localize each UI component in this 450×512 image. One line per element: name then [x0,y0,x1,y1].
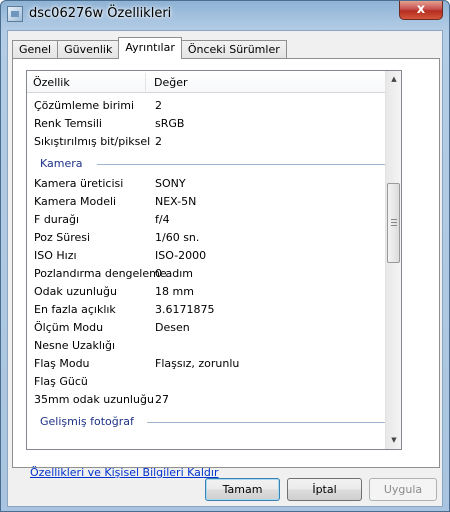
property-name: Poz Süresi [34,231,91,244]
property-row[interactable]: Odak uzunluğu 18 mm [27,283,387,301]
list-header: Özellik Değer [27,71,387,93]
column-header-value[interactable]: Değer [154,76,188,89]
group-header-camera: Kamera [27,151,387,175]
properties-window: dsc06276w Özellikleri x Genel Güvenlik A… [0,0,450,512]
grip-line [391,219,397,220]
group-divider [97,164,385,165]
property-name: Sıkıştırılmış bit/piksel [34,135,151,148]
property-name: Flaş Gücü [34,375,88,388]
ok-button[interactable]: Tamam [205,478,280,501]
property-name: F durağı [34,213,80,226]
property-name: Odak uzunluğu [34,285,117,298]
dialog-body: Genel Güvenlik Ayrıntılar Önceki Sürümle… [7,30,443,507]
title-bar[interactable]: dsc06276w Özellikleri x [1,1,449,29]
scroll-down-arrow-icon[interactable]: ▼ [386,432,401,449]
property-name: En fazla açıklık [34,303,116,316]
property-value[interactable]: 1/60 sn. [155,231,199,244]
property-value[interactable]: 27 [155,393,169,406]
property-value[interactable]: Flaşsız, zorunlu [155,357,239,370]
property-value[interactable]: 3.6171875 [155,303,215,316]
property-value[interactable]: sRGB [155,117,184,130]
property-name: Kamera üreticisi [34,177,124,190]
property-value[interactable]: SONY [155,177,186,190]
property-row[interactable]: Flaş Modu Flaşsız, zorunlu [27,355,387,373]
grip-line [391,222,397,223]
list-rows: Çözümleme birimi 2 Renk Temsili sRGB Sıkıştı… [27,97,387,433]
tab-strip: Genel Güvenlik Ayrıntılar Önceki Sürümle… [12,37,287,59]
tab-security[interactable]: Güvenlik [57,40,120,59]
tab-previous-versions[interactable]: Önceki Sürümler [180,40,287,59]
property-row[interactable]: Çözümleme birimi 2 [27,97,387,115]
cancel-button[interactable]: İptal [287,478,362,501]
property-row[interactable]: Renk Temsili sRGB [27,115,387,133]
property-value[interactable]: 0 adım [155,267,193,280]
group-header-advanced-photo: Gelişmiş fotoğraf [27,409,387,433]
property-value[interactable]: 2 [155,135,162,148]
property-name: Çözümleme birimi [34,99,135,112]
grip-line [391,225,397,226]
remove-properties-link[interactable]: Özellikleri ve Kişisel Bilgileri Kaldır [30,466,219,479]
details-list[interactable]: Özellik Değer Çözümleme birimi 2 Renk Tems… [26,70,402,450]
property-value[interactable]: Desen [155,321,190,334]
close-button[interactable]: x [399,1,443,20]
property-name: Flaş Modu [34,357,90,370]
property-name: Nesne Uzaklığı [34,339,116,352]
property-name: 35mm odak uzunluğu [34,393,154,406]
details-panel: Özellik Değer Çözümleme birimi 2 Renk Tems… [12,58,440,479]
property-row[interactable]: Sıkıştırılmış bit/piksel 2 [27,133,387,151]
property-value[interactable]: NEX-5N [155,195,196,208]
property-row[interactable]: F durağı f/4 [27,211,387,229]
column-header-property[interactable]: Özellik [33,76,70,89]
property-value[interactable]: ISO-2000 [155,249,206,262]
property-value[interactable]: 18 mm [155,285,194,298]
property-name: Renk Temsili [34,117,102,130]
tab-details[interactable]: Ayrıntılar [118,37,182,59]
property-row[interactable]: Poz Süresi 1/60 sn. [27,229,387,247]
column-divider[interactable] [145,73,146,91]
property-row[interactable]: Pozlandırma dengeleme 0 adım [27,265,387,283]
property-row[interactable]: Kamera üreticisi SONY [27,175,387,193]
property-row[interactable]: 35mm odak uzunluğu 27 [27,391,387,409]
group-label: Gelişmiş fotoğraf [40,415,134,428]
property-name: ISO Hızı [34,249,77,262]
property-row[interactable]: En fazla açıklık 3.6171875 [27,301,387,319]
property-name: Kamera Modeli [34,195,117,208]
group-label: Kamera [40,157,83,170]
window-title: dsc06276w Özellikleri [29,6,172,21]
property-name: Pozlandırma dengeleme [34,267,167,280]
vertical-scrollbar[interactable]: ▲ ▼ [385,71,401,449]
scroll-up-arrow-icon[interactable]: ▲ [386,71,401,88]
property-row[interactable]: Flaş Gücü [27,373,387,391]
apply-button[interactable]: Uygula [369,478,437,501]
property-row[interactable]: Kamera Modeli NEX-5N [27,193,387,211]
property-row[interactable]: ISO Hızı ISO-2000 [27,247,387,265]
group-divider [147,422,385,423]
property-value[interactable]: f/4 [155,213,170,226]
property-value[interactable]: 2 [155,99,162,112]
scroll-thumb[interactable] [387,183,400,263]
tab-general[interactable]: Genel [12,40,59,59]
image-file-icon [7,6,23,22]
property-row[interactable]: Ölçüm Modu Desen [27,319,387,337]
property-name: Ölçüm Modu [34,321,104,334]
property-row[interactable]: Nesne Uzaklığı [27,337,387,355]
